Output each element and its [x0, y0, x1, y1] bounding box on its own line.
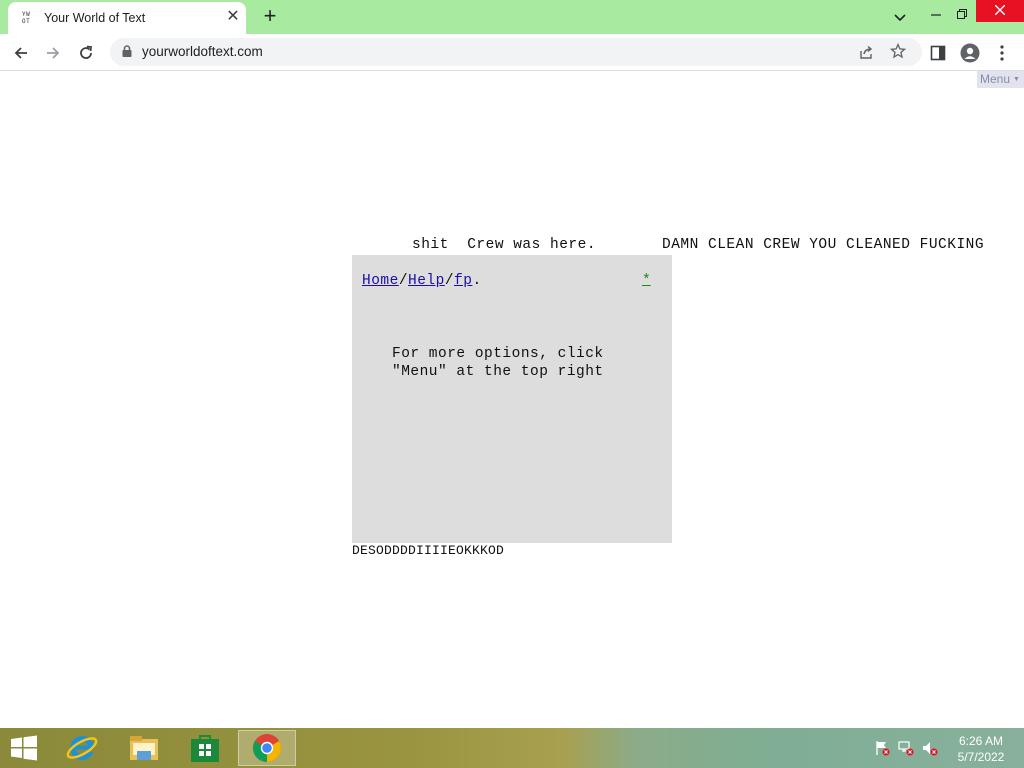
- help-link[interactable]: Help: [408, 273, 445, 289]
- file-explorer-icon: [130, 736, 158, 760]
- back-arrow-icon: [14, 47, 27, 59]
- profile-avatar-icon: [960, 43, 980, 63]
- chevron-down-icon: [894, 14, 906, 22]
- lock-icon[interactable]: [120, 44, 134, 58]
- world-canvas[interactable]: Menu ▼ shit Crew was here. DAMN CLEAN CRE…: [0, 71, 1024, 728]
- canvas-text-line[interactable]: DESODDDDIIIIEOKKKOD: [352, 543, 504, 558]
- caret-down-icon: ▼: [1013, 75, 1020, 83]
- breadcrumb-separator: /: [444, 273, 455, 289]
- menu-button[interactable]: Menu ▼: [977, 71, 1024, 88]
- menu-hint-line-1: For more options, click: [392, 346, 604, 362]
- clock-date: 5/7/2022: [957, 750, 1005, 764]
- back-button[interactable]: [8, 40, 34, 66]
- new-tab-button[interactable]: +: [258, 5, 282, 29]
- browser-tab[interactable]: YW OT Your World of Text ✕: [8, 2, 246, 34]
- tab-close-icon[interactable]: ✕: [224, 8, 242, 26]
- store-icon: [191, 735, 219, 762]
- volume-muted-icon[interactable]: [922, 740, 938, 756]
- taskbar-store[interactable]: [178, 730, 232, 766]
- share-icon: [859, 45, 872, 59]
- star-icon: [889, 42, 907, 59]
- clock-time: 6:26 AM: [958, 734, 1004, 748]
- start-icon: [11, 735, 37, 761]
- star-link[interactable]: *: [642, 273, 651, 289]
- menu-label: Menu: [980, 72, 1011, 86]
- side-panel-icon: [930, 45, 946, 61]
- url-text[interactable]: yourworldoftext.com: [142, 44, 263, 59]
- canvas-text-line[interactable]: DAMN CLEAN CREW YOU CLEANED FUCKING: [662, 237, 984, 253]
- breadcrumb-separator: /: [398, 273, 409, 289]
- action-center-flag-icon[interactable]: [874, 740, 890, 756]
- canvas-text-line[interactable]: shit Crew was here.: [412, 237, 596, 253]
- home-link[interactable]: Home: [362, 273, 399, 289]
- browser-toolbar: yourworldoftext.com: [0, 34, 1024, 71]
- close-icon: [994, 4, 1006, 16]
- minimize-icon: [931, 14, 941, 16]
- tab-strip: YW OT Your World of Text ✕ +: [0, 0, 1024, 34]
- favicon-text-top: YW: [22, 11, 31, 18]
- kebab-menu-icon: [1000, 45, 1004, 61]
- share-button[interactable]: [856, 42, 876, 62]
- favicon-icon: YW OT: [22, 11, 36, 25]
- bookmark-button[interactable]: [888, 41, 908, 61]
- welcome-panel: Home/Help/fp. * For more options, click "…: [352, 255, 672, 543]
- menu-hint-text: For more options, click "Menu" at the top…: [392, 345, 604, 381]
- browser-menu-button[interactable]: [989, 40, 1015, 66]
- forward-arrow-icon: [47, 47, 60, 59]
- reload-icon: [80, 45, 93, 59]
- screen: YW OT Your World of Text ✕ + yourworldof…: [0, 0, 1024, 768]
- window-close-button[interactable]: [976, 0, 1024, 22]
- system-clock[interactable]: 6:26 AM 5/7/2022: [950, 733, 1012, 765]
- chrome-icon: [253, 734, 281, 762]
- tab-title: Your World of Text: [44, 11, 146, 25]
- favicon-text-bottom: OT: [22, 18, 31, 25]
- taskbar: 6:26 AM 5/7/2022: [0, 728, 1024, 768]
- restore-button[interactable]: [946, 0, 978, 28]
- internet-explorer-icon: [66, 735, 98, 760]
- start-button[interactable]: [0, 730, 54, 766]
- side-panel-button[interactable]: [925, 40, 951, 66]
- address-bar[interactable]: yourworldoftext.com: [110, 38, 922, 66]
- taskbar-chrome[interactable]: [238, 730, 296, 766]
- taskbar-file-explorer[interactable]: [118, 730, 172, 766]
- fp-link[interactable]: fp: [454, 273, 472, 289]
- forward-button[interactable]: [40, 40, 66, 66]
- reload-button[interactable]: [73, 40, 99, 66]
- network-icon[interactable]: [898, 740, 914, 756]
- taskbar-internet-explorer[interactable]: [56, 730, 110, 766]
- tab-search-chevron-down-icon[interactable]: [884, 4, 916, 32]
- breadcrumb: Home/Help/fp.: [362, 273, 482, 289]
- menu-hint-line-2: "Menu" at the top right: [392, 364, 604, 380]
- restore-icon: [957, 9, 967, 19]
- breadcrumb-dot: .: [472, 273, 482, 289]
- profile-button[interactable]: [957, 40, 983, 66]
